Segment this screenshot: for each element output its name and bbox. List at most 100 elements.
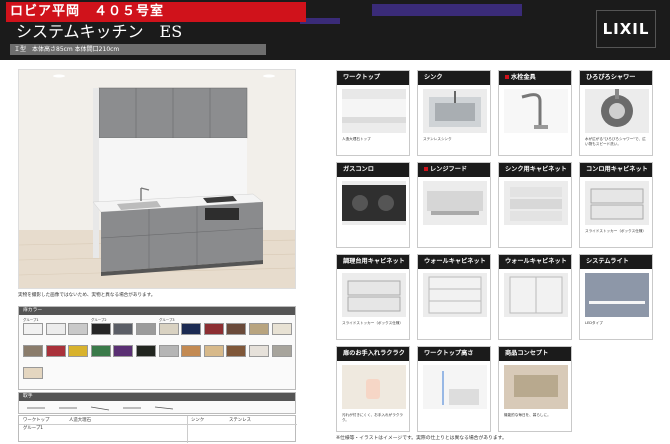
- feature-card: 水栓金具: [498, 70, 572, 156]
- feature-card-image: [423, 181, 487, 225]
- feature-card-image: [585, 181, 649, 225]
- disclaimer-note: 実物を撮影した画像ではないため、実物と異なる場合があります。: [18, 293, 156, 298]
- feature-card-image: [504, 273, 568, 317]
- color-swatch: [158, 345, 179, 357]
- feature-card: システムライト LEDタイプ: [579, 254, 653, 340]
- color-swatch: [249, 345, 269, 357]
- color-swatch: [90, 323, 111, 335]
- feature-card-title: ウォールキャビネット: [418, 255, 490, 269]
- door-color-panel: 扉カラー グループ1 グループ2 グループ3: [18, 306, 296, 390]
- feature-card-image: [585, 273, 649, 317]
- color-swatch: [271, 345, 292, 357]
- feature-card-caption: 汚れが付きにくく、お手入れがラクラク。: [342, 413, 404, 422]
- property-title: ロビア平岡 ４０５号室: [6, 2, 306, 22]
- feature-card-title: ウォールキャビネット: [499, 255, 571, 269]
- feature-card: シンクステンレスシンク: [417, 70, 491, 156]
- feature-card-image: [504, 181, 568, 225]
- feature-card: ひろびろシャワー水が広がる"ひろびろシャワー"で、広い物もスピード洗い。: [579, 70, 653, 156]
- feature-card-title: レンジフード: [418, 163, 490, 177]
- color-swatch: [23, 323, 43, 335]
- feature-card-image: [504, 365, 568, 409]
- color-swatch: [226, 345, 247, 357]
- feature-card-caption: 人造大理石トップ: [342, 137, 371, 141]
- feature-card: ガスコンロ: [336, 162, 410, 248]
- color-swatch: [226, 323, 247, 335]
- color-swatch: [181, 323, 202, 335]
- feature-card: レンジフード: [417, 162, 491, 248]
- feature-card-title: ワークトップ高さ: [418, 347, 490, 361]
- feature-card-image: [504, 89, 568, 133]
- color-swatch: [45, 345, 66, 357]
- feature-card-caption: スライドストッカー（ボックス仕様）: [585, 229, 646, 233]
- feature-card-image: [423, 365, 487, 409]
- feature-card-title: シンク用キャビネット: [499, 163, 571, 177]
- color-swatch: [158, 323, 179, 335]
- spec-table: ワークトップ 人造大理石 シンク ステンレス グループ1: [18, 415, 297, 443]
- feature-card-image: [342, 181, 406, 225]
- color-swatch: [136, 323, 156, 335]
- handle-panel: 取手: [18, 392, 296, 414]
- accent-icon: [424, 167, 428, 171]
- feature-card: 調理台用キャビネットスライドストッカー（ボックス仕様）: [336, 254, 410, 340]
- feature-card-image: [585, 89, 649, 133]
- footnote: ※仕様等・イラストはイメージです。実際の仕上りとは異なる場合があります。: [336, 436, 507, 441]
- color-swatch: [23, 345, 43, 357]
- feature-card-title: ガスコンロ: [337, 163, 409, 177]
- feature-card: コンロ用キャビネットスライドストッカー（ボックス仕様）: [579, 162, 653, 248]
- group-label: グループ3: [159, 318, 175, 322]
- handle-panel-title: 取手: [19, 393, 295, 401]
- color-swatch: [90, 345, 111, 357]
- feature-card-title: 商品コンセプト: [499, 347, 571, 361]
- feature-card-image: [342, 89, 406, 133]
- feature-card-image: [342, 365, 406, 409]
- color-swatch: [203, 345, 224, 357]
- feature-card-title: 扉のお手入れラクラク: [337, 347, 409, 361]
- feature-card: ウォールキャビネット: [498, 254, 572, 340]
- redaction-mark: [372, 4, 522, 16]
- feature-card-title: 調理台用キャビネット: [337, 255, 409, 269]
- feature-card-title: シンク: [418, 71, 490, 85]
- color-swatch: [271, 323, 292, 335]
- color-swatch: [23, 367, 43, 379]
- feature-card: 扉のお手入れラクラク汚れが付きにくく、お手入れがラクラク。: [336, 346, 410, 432]
- color-swatch: [68, 345, 89, 357]
- color-swatch: [68, 323, 89, 335]
- feature-card-caption: 水が広がる"ひろびろシャワー"で、広い物もスピード洗い。: [585, 137, 646, 146]
- feature-card: ワークトップ人造大理石トップ: [336, 70, 410, 156]
- brand-logo: LIXIL: [596, 10, 656, 48]
- feature-card-image: [423, 273, 487, 317]
- group-value: グループ1: [23, 426, 44, 431]
- feature-card-image: [342, 273, 406, 317]
- feature-card: ウォールキャビネット: [417, 254, 491, 340]
- feature-card-title: ワークトップ: [337, 71, 409, 85]
- feature-card-title: 水栓金具: [499, 71, 571, 85]
- feature-card-title: コンロ用キャビネット: [580, 163, 652, 177]
- feature-card: 商品コンセプト機能的な毎日を、暮らしに。: [498, 346, 572, 432]
- header-bar: ロビア平岡 ４０５号室 システムキッチン ES Ｉ型 本体高さ85cm 本体間口…: [0, 0, 670, 60]
- feature-card-title: ひろびろシャワー: [580, 71, 652, 85]
- color-swatch: [203, 323, 224, 335]
- accent-icon: [505, 75, 509, 79]
- dimensions-label: Ｉ型 本体高さ85cm 本体間口210cm: [10, 44, 266, 55]
- feature-card: シンク用キャビネット: [498, 162, 572, 248]
- feature-card-caption: スライドストッカー（ボックス仕様）: [342, 321, 403, 325]
- feature-card: ワークトップ高さ: [417, 346, 491, 432]
- feature-card-image: [423, 89, 487, 133]
- group-label: グループ1: [23, 318, 39, 322]
- feature-card-title: システムライト: [580, 255, 652, 269]
- handle-shapes: [27, 406, 174, 411]
- color-swatch: [45, 323, 66, 335]
- redaction-mark: [300, 18, 340, 24]
- feature-card-caption: 機能的な毎日を、暮らしに。: [504, 413, 551, 417]
- color-swatch: [181, 345, 202, 357]
- color-swatch: [113, 345, 134, 357]
- product-name: システムキッチン ES: [16, 22, 183, 41]
- feature-card-caption: LEDタイプ: [585, 321, 603, 325]
- color-panel-title: 扉カラー: [19, 307, 295, 315]
- color-swatch: [113, 323, 134, 335]
- group-label: グループ2: [91, 318, 107, 322]
- color-swatch: [249, 323, 269, 335]
- kitchen-render-image: [18, 69, 296, 289]
- color-swatch: [136, 345, 156, 357]
- feature-card-caption: ステンレスシンク: [423, 137, 452, 141]
